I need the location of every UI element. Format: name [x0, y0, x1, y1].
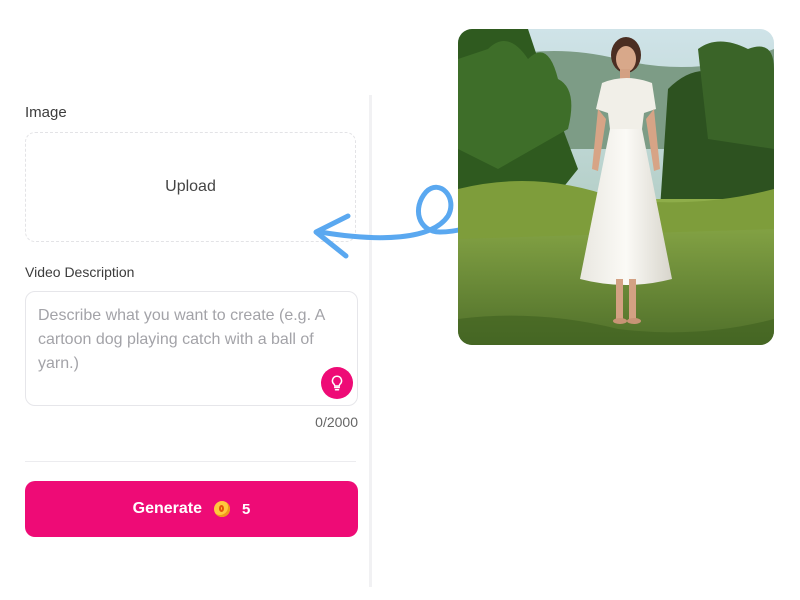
description-placeholder: Describe what you want to create (e.g. A… — [38, 307, 325, 372]
section-divider — [25, 461, 356, 462]
upload-label: Upload — [165, 178, 216, 195]
preview-image — [458, 29, 774, 345]
generation-panel: Image Upload Video Description Describe … — [0, 0, 370, 600]
character-counter: 0/2000 — [315, 414, 358, 430]
image-label: Image — [25, 104, 67, 121]
generate-cost: 5 — [242, 500, 251, 518]
generate-button[interactable]: Generate 5 — [25, 481, 358, 537]
coin-icon — [214, 501, 231, 517]
video-description-label: Video Description — [25, 264, 135, 280]
video-description-input[interactable]: Describe what you want to create (e.g. A… — [25, 291, 358, 406]
inspiration-button[interactable] — [321, 367, 353, 399]
generate-label: Generate — [132, 500, 203, 517]
lightbulb-icon — [331, 375, 343, 391]
